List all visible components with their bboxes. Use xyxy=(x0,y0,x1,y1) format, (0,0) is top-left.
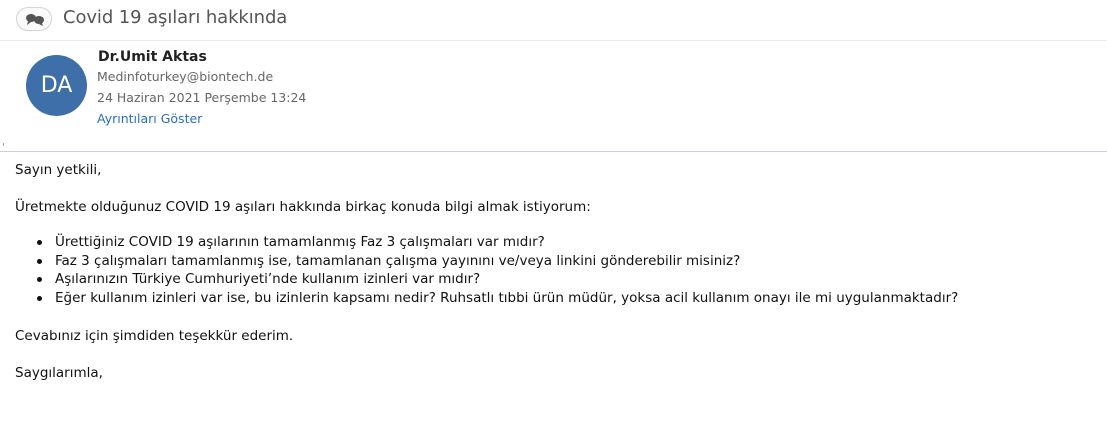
question-text: Eğer kullanım izinleri var ise, bu izinl… xyxy=(55,290,959,307)
message-subject: Covid 19 aşıları hakkında xyxy=(63,7,288,28)
question-list: Ürettiğiniz COVID 19 aşılarının tamamlan… xyxy=(15,233,958,308)
header-divider xyxy=(0,151,1107,152)
conversation-icon[interactable] xyxy=(16,7,52,31)
bullet-icon xyxy=(37,240,42,245)
bullet-icon xyxy=(37,296,42,302)
avatar: DA xyxy=(26,55,87,116)
bullet-icon xyxy=(37,258,42,264)
sender-name: Dr.Umit Aktas xyxy=(98,49,207,65)
list-item: Ürettiğiniz COVID 19 aşılarının tamamlan… xyxy=(15,233,958,252)
question-text: Aşılarınızın Türkiye Cumhuriyeti’nde kul… xyxy=(55,271,481,288)
show-details-link[interactable]: Ayrıntıları Göster xyxy=(97,111,202,126)
list-item: Aşılarınızın Türkiye Cumhuriyeti’nde kul… xyxy=(15,270,958,289)
closing-text: Saygılarımla, xyxy=(15,365,103,381)
intro-text: Üretmekte olduğunuz COVID 19 aşıları hak… xyxy=(15,199,591,215)
subject-bar: Covid 19 aşıları hakkında xyxy=(0,0,1107,41)
list-item: Faz 3 çalışmaları tamamlanmış ise, tamam… xyxy=(15,252,958,271)
list-item: Eğer kullanım izinleri var ise, bu izinl… xyxy=(15,289,958,308)
greeting-text: Sayın yetkili, xyxy=(15,162,102,178)
sent-date: 24 Haziran 2021 Perşembe 13:24 xyxy=(97,90,307,105)
question-text: Faz 3 çalışmaları tamamlanmış ise, tamam… xyxy=(55,252,741,269)
thanks-text: Cevabınız için şimdiden teşekkür ederim. xyxy=(15,328,294,344)
question-text: Ürettiğiniz COVID 19 aşılarının tamamlan… xyxy=(55,234,545,250)
bullet-icon xyxy=(37,277,42,283)
sender-email: Medinfoturkey@biontech.de xyxy=(97,69,274,84)
divider-marker xyxy=(3,143,4,146)
